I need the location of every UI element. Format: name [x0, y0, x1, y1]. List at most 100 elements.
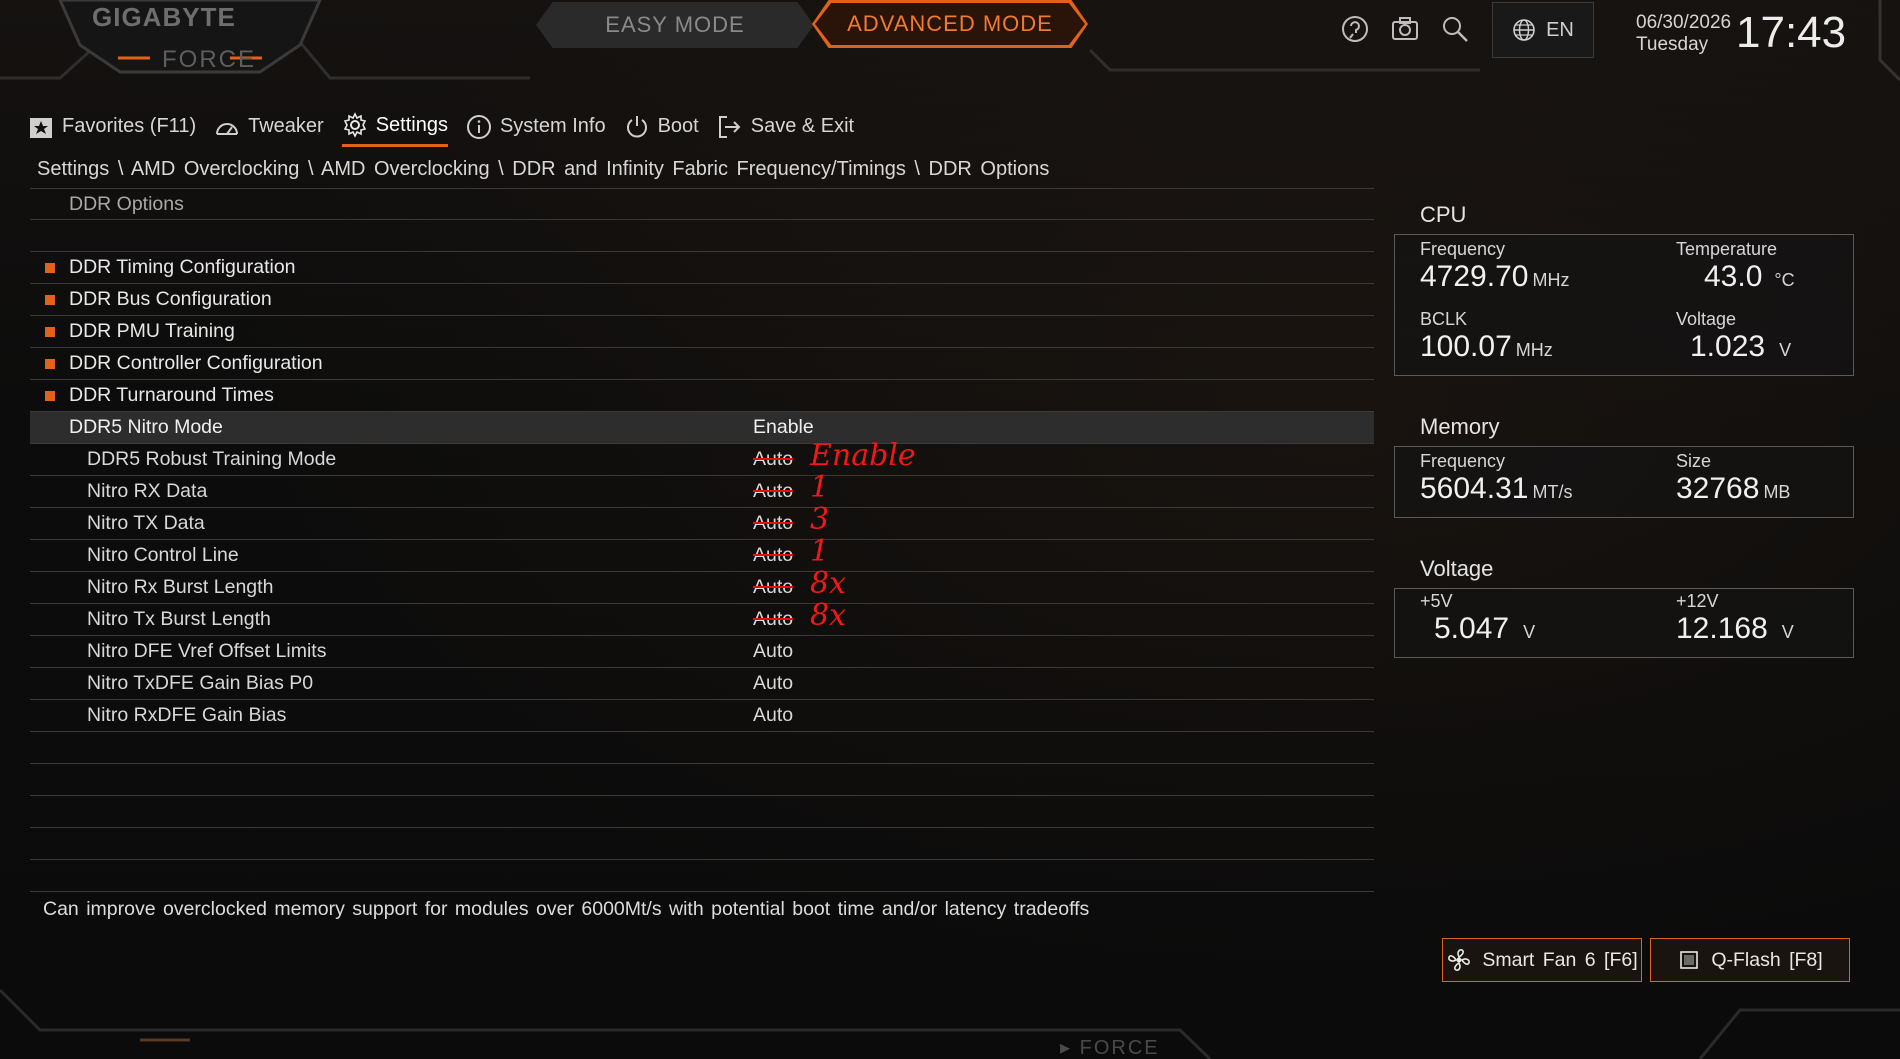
main-nav: Favorites (F11) Tweaker Settings System …: [28, 112, 854, 147]
memory-size-label: Size: [1676, 451, 1712, 471]
cpu-frequency-label: Frequency: [1420, 239, 1506, 259]
tab-boot-label: Boot: [657, 115, 699, 137]
empty-row: [30, 796, 1374, 828]
smart-fan-button[interactable]: Smart Fan 6 [F6]: [1442, 938, 1642, 982]
cpu-temperature-stat: Temperature 43.0 °C: [1676, 239, 1795, 294]
memory-frequency-stat: Frequency 5604.31 MT/s: [1420, 451, 1572, 506]
list-item-value[interactable]: Enable: [753, 416, 814, 439]
list-item-nitro-rx-data[interactable]: Nitro RX Data Auto 1: [30, 470, 1374, 508]
list-item-value[interactable]: Auto: [753, 704, 793, 727]
handwritten-note: 1: [810, 470, 830, 505]
list-item-rxdfe-gain[interactable]: Nitro RxDFE Gain Bias Auto: [30, 700, 1374, 732]
v5-stat: +5V 5.047 V: [1420, 591, 1535, 646]
list-header: DDR Options: [30, 188, 1374, 220]
empty-row: [30, 732, 1374, 764]
cpu-temperature-label: Temperature: [1676, 239, 1778, 259]
list-item-ddr-pmu[interactable]: DDR PMU Training: [30, 316, 1374, 348]
voltage-panel-title: Voltage: [1420, 556, 1494, 581]
info-icon: [466, 114, 491, 139]
globe-icon: [1513, 19, 1535, 41]
submenu-bullet-icon: [45, 390, 55, 401]
list-item-value[interactable]: Auto: [753, 544, 793, 567]
list-item-dfe-vref[interactable]: Nitro DFE Vref Offset Limits Auto: [30, 636, 1374, 668]
tab-save-exit-label: Save & Exit: [750, 115, 855, 137]
bottom-force-text: FORCE: [1079, 1037, 1160, 1059]
memory-frequency-unit: MT/s: [1532, 482, 1573, 502]
v12-value: 12.168: [1676, 612, 1768, 645]
list-item-label: DDR5 Nitro Mode: [69, 416, 223, 438]
list-item-value[interactable]: Auto: [753, 448, 793, 471]
tab-save-exit[interactable]: Save & Exit: [717, 112, 854, 147]
handwritten-note: 8x: [810, 598, 847, 633]
list-item-nitro-rx-burst[interactable]: Nitro Rx Burst Length Auto 8x: [30, 566, 1374, 604]
memory-size-value: 32768: [1676, 472, 1760, 505]
list-item-value[interactable]: Auto: [753, 640, 793, 663]
exit-icon: [718, 115, 741, 138]
bclk-value: 100.07: [1420, 330, 1512, 363]
cpu-frequency-unit: MHz: [1532, 270, 1570, 290]
submenu-bullet-icon: [45, 358, 55, 369]
tab-tweaker[interactable]: Tweaker: [214, 112, 324, 147]
tab-system-info[interactable]: System Info: [466, 112, 606, 147]
fan-icon: [1448, 949, 1471, 971]
advanced-mode-button[interactable]: ADVANCED MODE: [812, 0, 1088, 48]
handwritten-note: 1: [810, 534, 830, 569]
cpu-panel: Frequency 4729.70 MHz Temperature 43.0 °C …: [1394, 234, 1854, 376]
bclk-stat: BCLK 100.07 MHz: [1420, 309, 1553, 364]
list-item-value[interactable]: Auto: [753, 608, 793, 631]
help-icon[interactable]: [1340, 14, 1370, 44]
easy-mode-button[interactable]: EASY MODE: [536, 2, 814, 48]
list-item-value[interactable]: Auto: [753, 480, 793, 503]
settings-list: DDR Options DDR Timing Configuration DDR…: [30, 188, 1374, 860]
voltage-panel: +5V 5.047 V +12V 12.168 V: [1394, 588, 1854, 658]
list-item-value[interactable]: Auto: [753, 512, 793, 535]
tab-favorites[interactable]: Favorites (F11): [28, 112, 196, 147]
list-item-value[interactable]: Auto: [753, 672, 793, 695]
list-item-nitro-tx-data[interactable]: Nitro TX Data Auto 3: [30, 502, 1374, 540]
camera-icon[interactable]: [1390, 14, 1420, 44]
list-item-label: Nitro TxDFE Gain Bias P0: [87, 672, 314, 694]
qflash-button[interactable]: Q-Flash [F8]: [1650, 938, 1850, 982]
cpu-voltage-unit: V: [1779, 340, 1792, 360]
cpu-temperature-unit: °C: [1774, 270, 1795, 290]
list-item-value[interactable]: Auto: [753, 576, 793, 599]
list-item-label: DDR PMU Training: [69, 320, 235, 342]
empty-row: [30, 828, 1374, 860]
list-item-label: Nitro Rx Burst Length: [87, 576, 274, 598]
gear-icon: [343, 112, 366, 138]
list-item-nitro-control-line[interactable]: Nitro Control Line Auto 1: [30, 534, 1374, 572]
clock-display: 17:43: [1736, 8, 1847, 57]
list-item-label: DDR Controller Configuration: [69, 352, 323, 374]
smart-fan-label: Smart Fan 6 [F6]: [1482, 948, 1638, 971]
tab-boot[interactable]: Boot: [624, 112, 699, 147]
empty-row: [30, 764, 1374, 796]
v5-label: +5V: [1420, 591, 1453, 611]
language-selector[interactable]: EN: [1492, 2, 1594, 58]
tab-settings[interactable]: Settings: [341, 112, 448, 147]
list-item-label: DDR Bus Configuration: [69, 288, 272, 310]
cpu-voltage-stat: Voltage 1.023 V: [1676, 309, 1791, 364]
memory-size-unit: MB: [1763, 482, 1791, 502]
list-item-txdfe-gain[interactable]: Nitro TxDFE Gain Bias P0 Auto: [30, 668, 1374, 700]
handwritten-note: 3: [810, 502, 830, 537]
qflash-label: Q-Flash [F8]: [1711, 948, 1823, 971]
advanced-mode-inner: ADVANCED MODE: [815, 3, 1085, 45]
submenu-bullet-icon: [45, 294, 55, 305]
v5-unit: V: [1523, 622, 1536, 642]
list-item-ddr-timing[interactable]: DDR Timing Configuration: [30, 252, 1374, 284]
list-item-nitro-tx-burst[interactable]: Nitro Tx Burst Length Auto 8x: [30, 598, 1374, 636]
tab-favorites-label: Favorites (F11): [62, 115, 197, 137]
list-item-ddr-bus[interactable]: DDR Bus Configuration: [30, 284, 1374, 316]
gigabyte-logo: GIGABYTE FORCE: [40, 0, 340, 80]
cpu-voltage-value: 1.023: [1690, 330, 1766, 363]
v12-stat: +12V 12.168 V: [1676, 591, 1794, 646]
cpu-frequency-value: 4729.70: [1420, 260, 1529, 293]
memory-panel: Frequency 5604.31 MT/s Size 32768 MB: [1394, 446, 1854, 518]
star-icon: [30, 117, 52, 138]
list-item-nitro-mode[interactable]: DDR5 Nitro Mode Enable: [30, 412, 1374, 444]
cpu-voltage-label: Voltage: [1676, 309, 1737, 329]
list-item-ddr-turnaround[interactable]: DDR Turnaround Times: [30, 380, 1374, 412]
search-icon[interactable]: [1440, 14, 1470, 44]
list-item-robust-training[interactable]: DDR5 Robust Training Mode Auto Enable: [30, 438, 1374, 476]
list-item-ddr-controller[interactable]: DDR Controller Configuration: [30, 348, 1374, 380]
